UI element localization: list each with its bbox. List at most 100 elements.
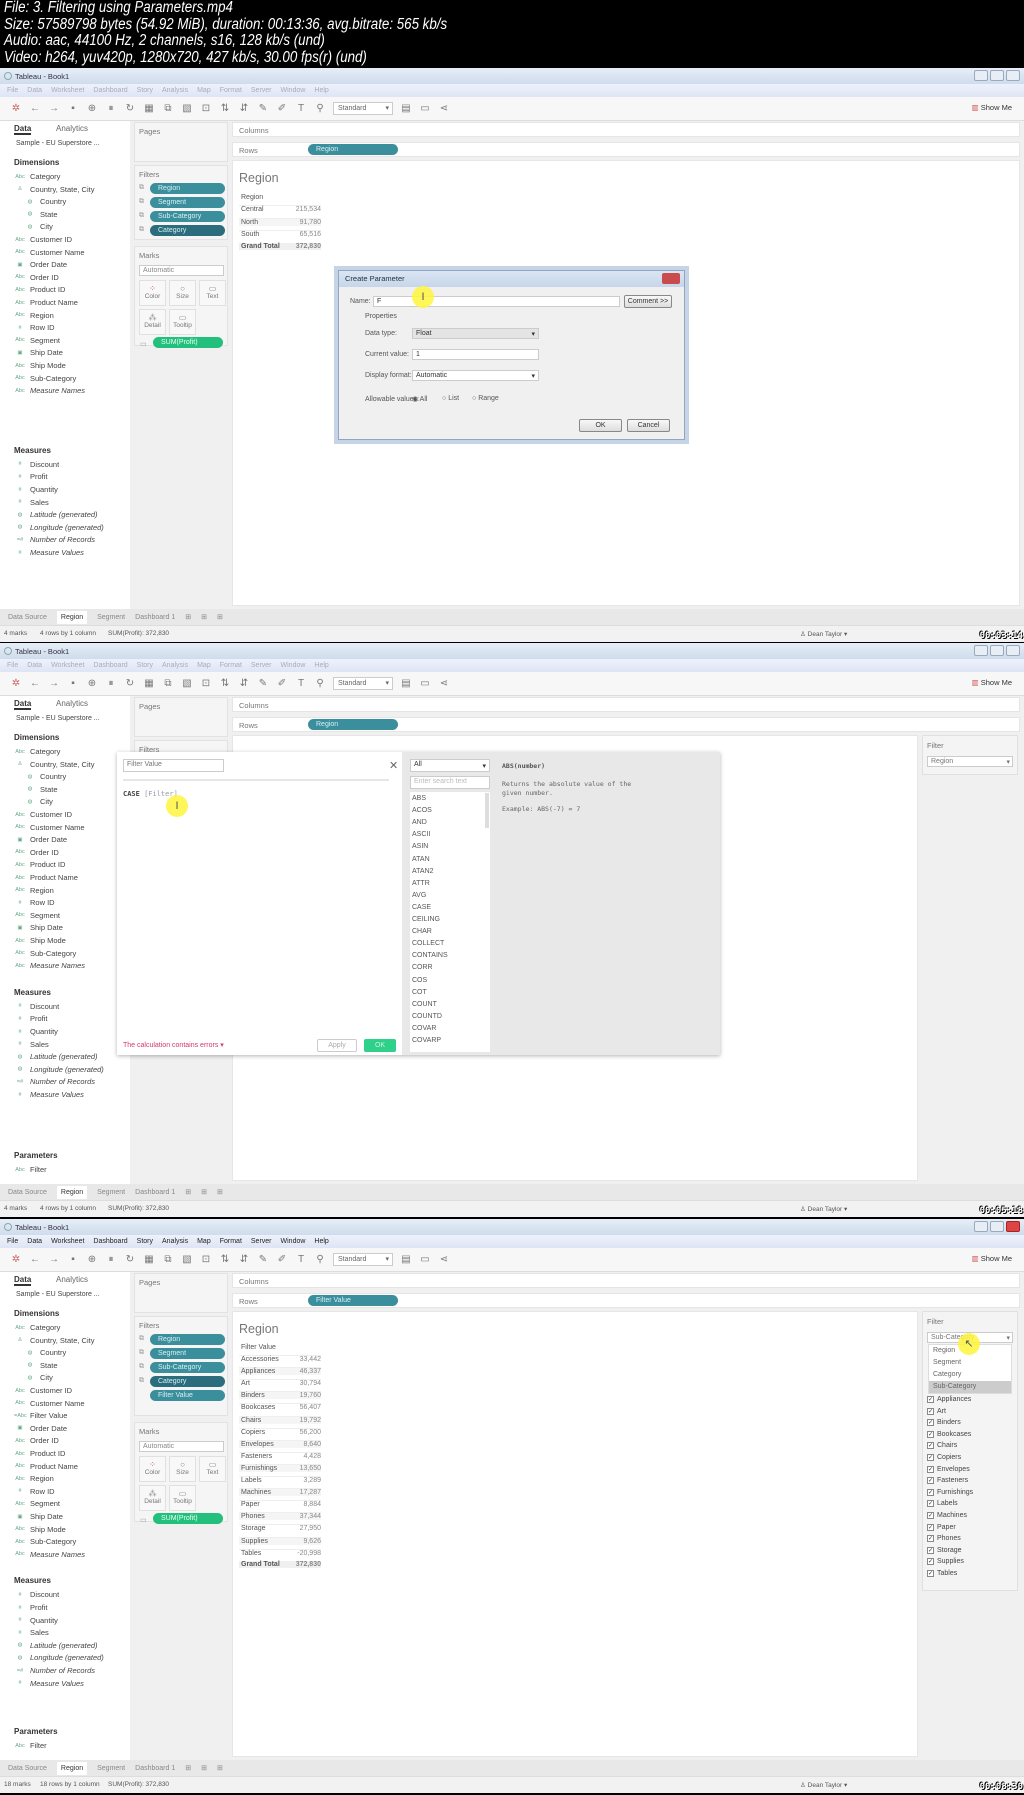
save-icon[interactable]: ▪ [67, 103, 79, 114]
fit-dropdown[interactable]: Standard [333, 102, 393, 115]
sheet-tab-region[interactable]: Region [56, 610, 88, 624]
new-dashboard-icon[interactable]: ⊞ [201, 1188, 207, 1196]
dimension-item[interactable]: Abc Measure Names [14, 1550, 85, 1559]
dimension-item[interactable]: Abc Segment [14, 336, 60, 345]
function-item[interactable]: AVG [412, 892, 426, 899]
sheet-tab-segment[interactable]: Segment [97, 1765, 125, 1772]
sort-desc-icon[interactable]: ⇵ [238, 678, 250, 689]
menu-analysis[interactable]: Analysis [162, 662, 188, 669]
display-format-dropdown[interactable]: Automatic ▾ [412, 370, 539, 381]
new-sheet-icon[interactable]: ▦ [143, 1254, 155, 1265]
function-item[interactable]: COVARP [412, 1037, 441, 1044]
dimension-item[interactable]: ♙ Country, State, City [14, 1336, 95, 1345]
filter-checklist-item[interactable]: ✓ Furnishings [927, 1488, 973, 1496]
marks-tooltip-button[interactable]: ▭Tooltip [169, 1485, 196, 1511]
share-icon[interactable]: ⋖ [438, 1254, 450, 1265]
menu-map[interactable]: Map [197, 662, 211, 669]
marks-detail-button[interactable]: ⁂Detail [139, 1485, 166, 1511]
show-me-button[interactable]: Show Me [972, 1254, 1012, 1263]
measure-item[interactable]: # Profit [14, 1603, 47, 1612]
sort-asc-icon[interactable]: ⇅ [219, 678, 231, 689]
datasource-item[interactable]: Sample - EU Superstore ... [16, 1291, 100, 1298]
datasource-item[interactable]: Sample - EU Superstore ... [16, 140, 100, 147]
data-type-dropdown[interactable]: Float ▾ [412, 328, 539, 339]
rows-pill[interactable]: Region [308, 719, 398, 730]
function-item[interactable]: COVAR [412, 1025, 436, 1032]
dimension-item[interactable]: ▣ Order Date [14, 1424, 67, 1433]
filter-pill-category[interactable]: Category [150, 225, 225, 236]
highlight-icon[interactable]: ✎ [257, 1254, 269, 1265]
menu-file[interactable]: File [7, 1238, 18, 1245]
dimension-item[interactable]: Abc Customer ID [14, 235, 72, 244]
allowable-all-radio[interactable]: ◉ All [412, 395, 427, 403]
filter-checklist-item[interactable]: ✓ Envelopes [927, 1465, 970, 1473]
dimension-item[interactable]: # Row ID [14, 898, 54, 907]
user-menu[interactable]: ♙ Dean Taylor ▾ [800, 630, 847, 638]
menu-data[interactable]: Data [27, 87, 42, 94]
menu-format[interactable]: Format [220, 87, 242, 94]
group-icon[interactable]: ✐ [276, 678, 288, 689]
marks-detail-button[interactable]: ⁂Detail [139, 309, 166, 335]
marks-text-button[interactable]: ▭Text [199, 1456, 226, 1482]
allowable-list-radio[interactable]: ○ List [442, 395, 459, 402]
marks-color-button[interactable]: ⁘Color [139, 1456, 166, 1482]
dimension-item[interactable]: ▣ Ship Date [14, 1512, 63, 1521]
filter-checklist-item[interactable]: ✓ Chairs [927, 1442, 957, 1450]
dimension-item[interactable]: Abc Customer ID [14, 1386, 72, 1395]
sheet-tab-dashboard-1[interactable]: Dashboard 1 [135, 614, 175, 621]
show-me-button[interactable]: Show Me [972, 103, 1012, 112]
duplicate-sheet-icon[interactable]: ⧉ [162, 678, 174, 689]
dimension-item[interactable]: Abc Product ID [14, 1449, 65, 1458]
user-menu[interactable]: ♙ Dean Taylor ▾ [800, 1781, 847, 1789]
measure-item[interactable]: # Profit [14, 1014, 47, 1023]
filter-checklist-item[interactable]: ✓ Art [927, 1407, 946, 1415]
dimension-item[interactable]: Abc Product ID [14, 860, 65, 869]
dimension-item[interactable]: ▣ Ship Date [14, 923, 63, 932]
dimension-item[interactable]: ▣ Order Date [14, 835, 67, 844]
sort-desc-icon[interactable]: ⇵ [238, 103, 250, 114]
menu-analysis[interactable]: Analysis [162, 87, 188, 94]
function-item[interactable]: ASCII [412, 831, 430, 838]
measure-item[interactable]: # Quantity [14, 1616, 57, 1625]
function-item[interactable]: CORR [412, 964, 433, 971]
maximize-button[interactable] [990, 645, 1004, 656]
checkbox-checked-icon[interactable]: ✓ [927, 1500, 934, 1508]
measure-item[interactable]: =# Number of Records [14, 535, 95, 544]
filter-pill-filter-value[interactable]: Filter Value [150, 1390, 225, 1401]
sheet-tab-dashboard-1[interactable]: Dashboard 1 [135, 1189, 175, 1196]
mark-type-dropdown[interactable]: Automatic [139, 1441, 224, 1452]
menu-map[interactable]: Map [197, 1238, 211, 1245]
dimension-item[interactable]: Abc Region [14, 311, 54, 320]
save-icon[interactable]: ▪ [67, 1254, 79, 1265]
filter-checklist-item[interactable]: ✓ Bookcases [927, 1430, 971, 1438]
new-dashboard-icon[interactable]: ⊞ [201, 613, 207, 621]
sheet-tab-region[interactable]: Region [56, 1761, 88, 1775]
apply-button[interactable]: Apply [317, 1039, 357, 1052]
dimension-item[interactable]: Abc Sub-Category [14, 949, 76, 958]
highlight-icon[interactable]: ✎ [257, 678, 269, 689]
menu-help[interactable]: Help [314, 1238, 328, 1245]
menu-dashboard[interactable]: Dashboard [93, 1238, 127, 1245]
close-button[interactable] [1006, 645, 1020, 656]
checkbox-checked-icon[interactable]: ✓ [927, 1454, 934, 1461]
presentation-icon[interactable]: ▤ [400, 103, 412, 114]
checkbox-checked-icon[interactable]: ✓ [927, 1546, 934, 1554]
function-item[interactable]: AND [412, 819, 427, 826]
menu-file[interactable]: File [7, 87, 18, 94]
checkbox-checked-icon[interactable]: ✓ [927, 1465, 934, 1473]
measure-item[interactable]: # Sales [14, 1040, 48, 1049]
tooltip-icon[interactable]: ▭ [419, 103, 431, 114]
sheet-tab-segment[interactable]: Segment [97, 614, 125, 621]
tab-data[interactable]: Data [14, 1275, 32, 1286]
allowable-range-radio[interactable]: ○ Range [472, 395, 499, 402]
menu-window[interactable]: Window [281, 1238, 306, 1245]
function-item[interactable]: CASE [412, 904, 431, 911]
labels-icon[interactable]: T [295, 1254, 307, 1265]
filter-checklist-item[interactable]: ✓ Supplies [927, 1558, 964, 1566]
function-item[interactable]: COLLECT [412, 940, 444, 947]
filter-checklist-item[interactable]: ✓ Appliances [927, 1396, 971, 1403]
menu-format[interactable]: Format [220, 662, 242, 669]
pin-icon[interactable]: ⚲ [314, 1254, 326, 1265]
function-item[interactable]: CEILING [412, 916, 440, 923]
measure-item[interactable]: # Discount [14, 460, 59, 469]
